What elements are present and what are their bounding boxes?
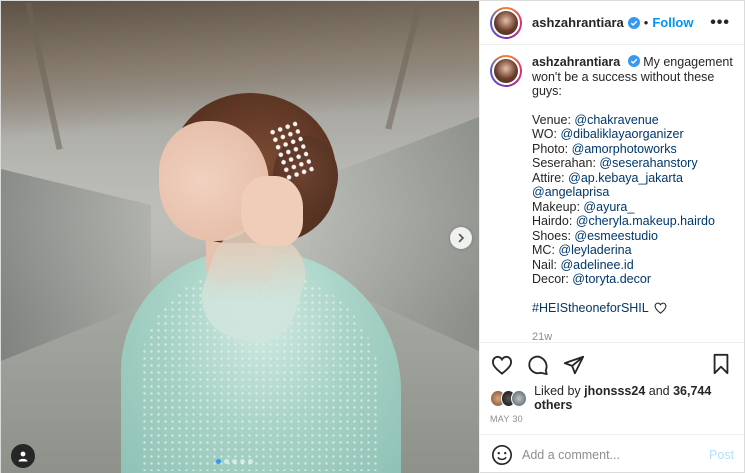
heart-icon	[491, 355, 513, 375]
verified-icon	[627, 16, 640, 29]
credit-row: Attire: @ap.kebaya_jakarta @angelaprisa	[532, 171, 734, 200]
user-tag-icon	[18, 451, 28, 462]
hashtag-link[interactable]: #HEIStheoneforSHIL	[532, 301, 648, 315]
emoji-icon	[492, 444, 512, 465]
comment-box: Post	[480, 434, 744, 473]
likes-text: Liked by jhonsss24 and 36,744 others	[534, 384, 734, 412]
credit-label: Venue:	[532, 112, 575, 127]
hashtag-line: #HEIStheoneforSHIL	[532, 301, 734, 316]
liker-avatar[interactable]	[511, 389, 528, 407]
carousel-dot	[224, 459, 229, 464]
likes-row: Liked by jhonsss24 and 36,744 others	[480, 384, 744, 412]
bookmark-icon	[713, 353, 729, 375]
credit-label: WO:	[532, 127, 561, 141]
comment-button[interactable]	[526, 353, 550, 377]
credit-row: Photo: @amorphotoworks	[532, 142, 734, 157]
credit-label: Shoes:	[532, 228, 575, 243]
share-icon	[563, 355, 585, 374]
credit-label: Hairdo:	[532, 214, 576, 228]
post-sidebar: ashzahrantiara • Follow ••• ashzahrantia…	[479, 1, 744, 473]
like-button[interactable]	[490, 353, 514, 377]
likes-middle: and	[645, 384, 674, 398]
credit-label: Seserahan:	[532, 156, 600, 170]
follow-button[interactable]: Follow	[652, 15, 693, 30]
carousel-dot	[248, 459, 253, 464]
credit-label: Decor:	[532, 272, 573, 286]
credit-handle-link[interactable]: @seserahanstory	[599, 156, 697, 170]
credit-handle-link[interactable]: @dibaliklayaorganizer	[560, 127, 683, 141]
comment-icon	[528, 355, 548, 375]
credit-label: Makeup:	[532, 199, 584, 214]
next-photo-button[interactable]	[450, 227, 472, 249]
credits-list: Venue: @chakravenue WO: @dibaliklayaorgan…	[532, 113, 734, 287]
post-date[interactable]: MAY 30	[480, 410, 744, 434]
credit-row: WO: @dibaliklayaorganizer	[532, 127, 734, 142]
avatar[interactable]	[490, 6, 522, 39]
credit-handle-link[interactable]: @adelinee.id	[560, 258, 633, 272]
credit-label: Photo:	[532, 141, 572, 156]
instagram-post: ashzahrantiara • Follow ••• ashzahrantia…	[0, 0, 745, 473]
credit-row: MC: @leyladerina	[532, 243, 734, 258]
liker-username[interactable]: jhonsss24	[584, 384, 645, 398]
comment-input[interactable]	[522, 447, 709, 462]
carousel-dot	[240, 459, 245, 464]
credit-row: Nail: @adelinee.id	[532, 258, 734, 273]
credit-handle-link[interactable]: @leyladerina	[558, 243, 631, 257]
caption-username[interactable]: ashzahrantiara	[532, 55, 620, 69]
credit-label: Nail:	[532, 257, 561, 272]
credit-row: Seserahan: @seserahanstory	[532, 156, 734, 171]
credit-label: Attire:	[532, 170, 569, 185]
caption-intro: ashzahrantiara My engagement won't be a …	[532, 55, 734, 99]
save-button[interactable]	[710, 353, 734, 377]
hand	[241, 176, 303, 246]
credit-handle-link[interactable]: @cheryla.makeup.hairdo	[576, 214, 715, 228]
action-bar	[480, 342, 744, 386]
caption-avatar[interactable]	[490, 55, 522, 87]
credit-handle-link[interactable]: @amorphotoworks	[572, 142, 677, 156]
credit-row: Venue: @chakravenue	[532, 113, 734, 128]
verified-icon	[627, 55, 640, 67]
post-header: ashzahrantiara • Follow •••	[480, 1, 744, 45]
caption-body: ashzahrantiara My engagement won't be a …	[532, 55, 734, 342]
separator: •	[643, 15, 649, 30]
credit-handle-link[interactable]: @esmeestudio	[574, 229, 658, 243]
more-icon[interactable]: •••	[710, 14, 730, 32]
chevron-right-icon	[458, 233, 465, 243]
carousel-indicator	[216, 459, 253, 464]
header-username[interactable]: ashzahrantiara	[532, 15, 624, 30]
credit-label: MC:	[532, 243, 559, 257]
caption-section: ashzahrantiara My engagement won't be a …	[480, 45, 744, 342]
carousel-dot	[216, 459, 221, 464]
user-tags-button[interactable]	[11, 444, 35, 468]
credit-handle-link[interactable]: @ayura_	[583, 200, 634, 214]
credit-row: Decor: @toryta.decor	[532, 272, 734, 287]
post-comment-button[interactable]: Post	[709, 448, 734, 462]
caption-time[interactable]: 21w	[532, 330, 734, 342]
carousel-dot	[232, 459, 237, 464]
credit-row: Makeup: @ayura_	[532, 200, 734, 215]
credit-handle-link[interactable]: @chakravenue	[574, 113, 658, 127]
share-button[interactable]	[562, 353, 586, 377]
credit-handle-link[interactable]: @toryta.decor	[572, 272, 651, 286]
credit-row: Shoes: @esmeestudio	[532, 229, 734, 244]
post-photo[interactable]	[1, 1, 479, 473]
emoji-button[interactable]	[490, 443, 514, 467]
heart-outline-icon	[654, 302, 667, 314]
likes-prefix: Liked by	[534, 384, 585, 398]
credit-row: Hairdo: @cheryla.makeup.hairdo	[532, 214, 734, 229]
